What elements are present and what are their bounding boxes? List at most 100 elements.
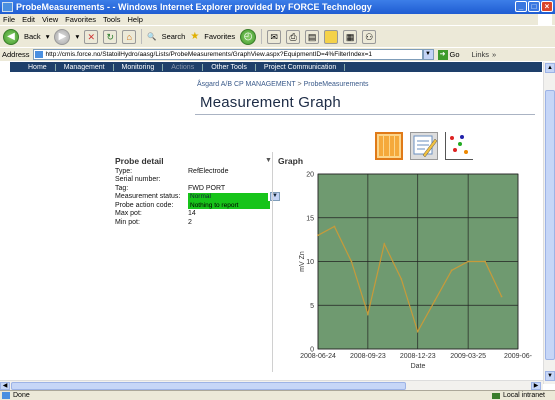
forward-arrow-icon[interactable]: ▶ — [54, 28, 71, 45]
address-url: http://cmis.force.no/StatoilHydro/aasg/L… — [45, 51, 373, 58]
breadcrumb-separator: > — [297, 81, 302, 88]
folder-icon[interactable] — [324, 29, 339, 44]
menu-favorites[interactable]: Favorites — [65, 15, 96, 24]
links-chevron-icon[interactable]: » — [492, 50, 496, 59]
probe-label: Measurement status: — [115, 193, 181, 201]
data-point — [317, 234, 319, 237]
page-title: Measurement Graph — [200, 94, 341, 111]
breadcrumb-current: ProbeMeasurements — [303, 81, 369, 88]
nav-actions[interactable]: Actions — [163, 63, 204, 71]
address-input[interactable]: http://cmis.force.no/StatoilHydro/aasg/L… — [32, 49, 423, 60]
scroll-right-icon[interactable]: ▶ — [531, 382, 541, 390]
favorites-button-label[interactable]: Favorites — [204, 32, 235, 41]
intranet-icon — [491, 392, 500, 399]
probe-value: 14 — [188, 210, 196, 218]
status-bar: Done Local intranet — [0, 390, 555, 400]
back-button-label[interactable]: Back — [24, 32, 41, 41]
window-title: ProbeMeasurements - - Windows Internet E… — [16, 2, 372, 12]
print-icon[interactable]: ⎙ — [286, 29, 301, 44]
history-icon[interactable]: ◴ — [240, 28, 257, 45]
data-point — [333, 225, 336, 228]
horizontal-scroll-thumb[interactable] — [11, 382, 406, 390]
go-arrow-icon[interactable]: ➜ — [437, 49, 448, 60]
graph-view-icon[interactable] — [445, 132, 473, 160]
probe-detail-heading: Probe detail — [115, 156, 164, 166]
x-tick-label: 2009-03-25 — [450, 353, 486, 360]
nav-project-communication[interactable]: Project Communication — [256, 63, 346, 71]
minimize-button[interactable]: _ — [515, 1, 527, 12]
go-button[interactable]: Go — [450, 50, 460, 59]
forward-dropdown-icon[interactable]: ▾ — [75, 32, 79, 41]
y-tick-label: 10 — [306, 259, 314, 266]
breadcrumb-root-link[interactable]: Åsgard A/B CP MANAGEMENT — [197, 81, 296, 88]
menu-edit[interactable]: Edit — [22, 15, 35, 24]
nav-other-tools[interactable]: Other Tools — [203, 63, 256, 71]
data-point — [450, 269, 453, 272]
y-axis-label: mV Zn — [299, 251, 306, 272]
edit-page-icon[interactable]: ▤ — [305, 29, 320, 44]
edit-view-icon[interactable] — [410, 132, 438, 160]
x-tick-label: 2008-12-23 — [400, 353, 436, 360]
address-bar: Address http://cmis.force.no/StatoilHydr… — [0, 48, 555, 61]
probe-label: Min pot: — [115, 218, 140, 226]
graph-heading: Graph — [278, 156, 304, 166]
toolbar-separator — [261, 29, 263, 44]
data-point — [383, 243, 386, 245]
panel-divider — [272, 152, 273, 372]
probe-action-code-value: Nothing to report — [188, 201, 270, 210]
scroll-up-icon[interactable]: ▲ — [545, 63, 555, 73]
nav-management[interactable]: Management — [56, 63, 114, 71]
menu-view[interactable]: View — [42, 15, 58, 24]
mail-icon[interactable]: ✉ — [267, 29, 282, 44]
breadcrumb: Åsgard A/B CP MANAGEMENT > ProbeMeasurem… — [197, 81, 369, 88]
vertical-scroll-thumb[interactable] — [545, 90, 555, 360]
vertical-scrollbar[interactable]: ▲ ▼ — [543, 62, 555, 384]
nav-home[interactable]: Home — [20, 63, 56, 71]
close-button[interactable]: × — [541, 1, 553, 12]
window-controls: _ □ × — [515, 1, 553, 12]
address-label: Address — [2, 50, 30, 59]
table-view-icon[interactable] — [375, 132, 403, 160]
window-title-bar: ProbeMeasurements - - Windows Internet E… — [0, 0, 555, 14]
windows-flag-icon — [538, 14, 552, 25]
scroll-down-icon[interactable]: ▼ — [545, 371, 555, 381]
site-nav-bar: Home Management Monitoring Actions Other… — [10, 62, 542, 72]
status-text: Done — [13, 392, 30, 399]
title-divider — [195, 114, 535, 115]
data-point — [350, 260, 353, 263]
refresh-icon[interactable]: ↻ — [103, 29, 118, 44]
menu-tools[interactable]: Tools — [103, 15, 121, 24]
favorites-star-icon[interactable]: ★ — [190, 31, 199, 42]
probe-label: Probe action code: — [115, 201, 174, 209]
probe-value: FWD PORT — [188, 184, 226, 192]
probe-label: Max pot: — [115, 210, 142, 218]
collapse-arrow-icon[interactable]: ▼ — [265, 157, 272, 164]
menu-help[interactable]: Help — [128, 15, 143, 24]
back-arrow-icon[interactable]: ◀ — [3, 28, 19, 45]
stop-icon[interactable]: ✕ — [84, 29, 99, 44]
y-tick-label: 20 — [306, 172, 314, 179]
home-icon[interactable]: ⌂ — [122, 29, 137, 44]
x-tick-label: 2008-09-23 — [350, 353, 386, 360]
nav-monitoring[interactable]: Monitoring — [114, 63, 164, 71]
back-dropdown-icon[interactable]: ▾ — [46, 32, 50, 41]
measurement-status-select[interactable]: Normal ▼ — [188, 191, 280, 201]
address-dropdown-icon[interactable]: ▼ — [422, 49, 434, 60]
scroll-left-icon[interactable]: ◀ — [0, 382, 10, 390]
probe-value: RefElectrode — [188, 167, 229, 175]
messenger-icon[interactable]: ⚇ — [362, 29, 377, 44]
probe-label: Serial number: — [115, 176, 161, 184]
menu-file[interactable]: File — [3, 15, 15, 24]
horizontal-scrollbar[interactable]: ◀ ▶ — [0, 380, 543, 390]
research-icon[interactable]: ▦ — [343, 29, 358, 44]
links-button[interactable]: Links — [472, 50, 490, 59]
probe-row-action: Probe action code: Nothing to report — [115, 201, 270, 210]
y-tick-label: 5 — [310, 303, 314, 310]
probe-row-status: Measurement status: Normal ▼ — [115, 191, 280, 202]
ie-icon — [2, 2, 13, 12]
maximize-button[interactable]: □ — [528, 1, 540, 12]
search-icon[interactable]: 🔍 — [147, 32, 156, 41]
x-tick-label: 2009-06- — [504, 353, 533, 360]
x-tick-label: 2008-06-24 — [300, 353, 336, 360]
search-button-label[interactable]: Search — [162, 32, 186, 41]
